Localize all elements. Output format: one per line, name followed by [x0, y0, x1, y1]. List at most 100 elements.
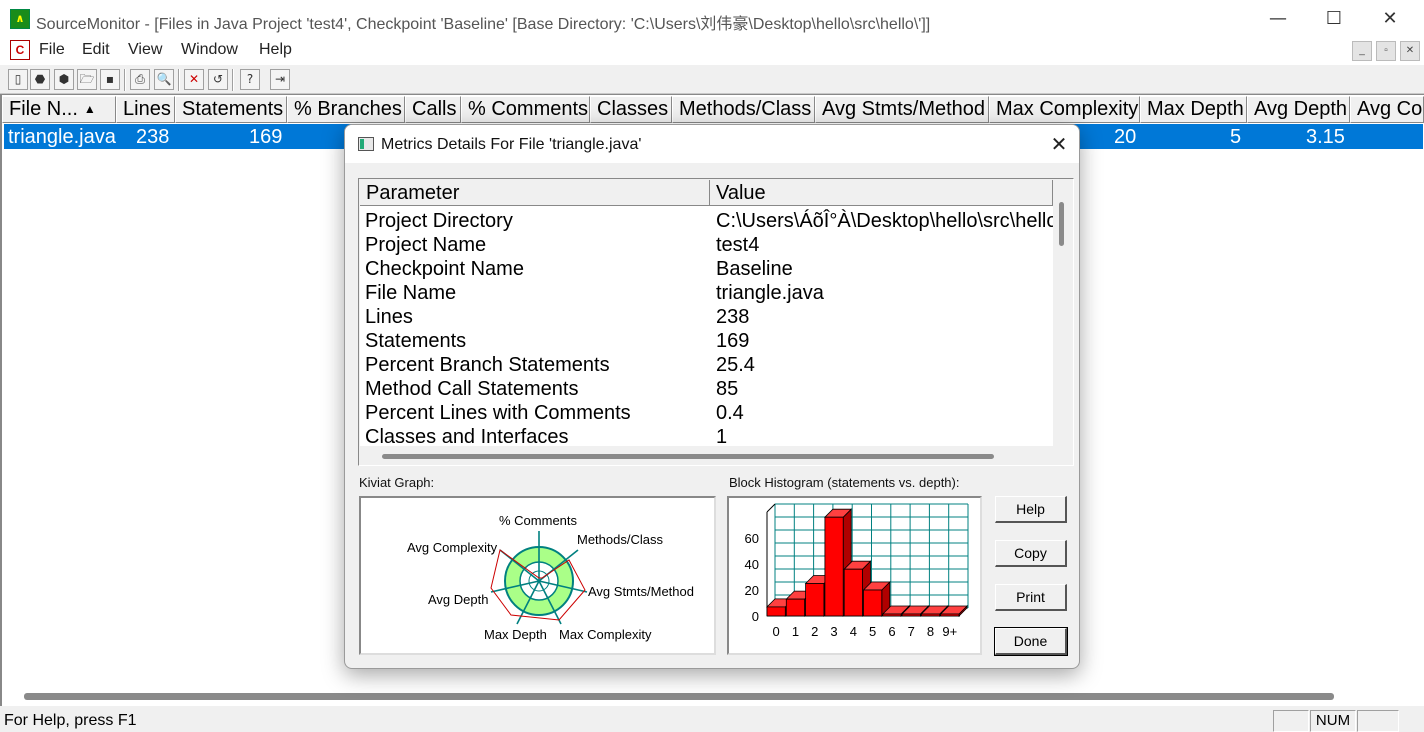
kiviat-axis-label: Avg Complexity — [407, 540, 498, 555]
dialog-close-icon[interactable]: ✕ — [1045, 131, 1073, 157]
histogram-y-tick: 20 — [745, 583, 759, 598]
mdi-close-button[interactable]: ✕ — [1400, 41, 1420, 61]
horizontal-scrollbar[interactable] — [24, 693, 1334, 700]
done-button[interactable]: Done — [994, 627, 1068, 656]
grid-param: Checkpoint Name — [365, 258, 524, 280]
status-caps-indicator — [1273, 710, 1309, 732]
histogram-bar — [785, 598, 805, 617]
copy-button[interactable]: Copy — [995, 540, 1067, 567]
new-icon[interactable]: ▯ — [8, 69, 28, 90]
delete-icon[interactable]: ✕ — [184, 69, 204, 90]
column-classes[interactable]: Classes — [590, 96, 672, 123]
histogram-x-tick: 2 — [811, 624, 818, 639]
window-title: SourceMonitor - [Files in Java Project '… — [36, 16, 931, 33]
histogram-bar — [882, 613, 902, 617]
column-statements[interactable]: Statements — [175, 96, 287, 123]
context-help-icon[interactable]: ? — [240, 69, 260, 90]
kiviat-graph: % Comments Methods/Class Avg Stmts/Metho… — [359, 496, 716, 655]
histogram-svg: 02040600 1 2 3 4 5 6 7 8 9+ — [745, 503, 969, 639]
column-avg-stmts-method[interactable]: Avg Stmts/Method — [815, 96, 989, 123]
sort-ascending-icon: ▲ — [83, 102, 96, 117]
histogram-y-tick: 40 — [745, 557, 759, 572]
minimize-button[interactable]: — — [1255, 6, 1301, 32]
title-bar: ∧ SourceMonitor - [Files in Java Project… — [0, 0, 1424, 38]
menu-window[interactable]: Window — [181, 41, 238, 59]
column-calls[interactable]: Calls — [405, 96, 461, 123]
grid-header-parameter[interactable]: Parameter — [360, 180, 710, 206]
new-project-icon[interactable]: ⬣ — [30, 69, 50, 90]
histogram-bar — [824, 516, 844, 617]
exit-icon[interactable]: ⇥ — [270, 69, 290, 90]
scroll-thumb[interactable] — [382, 454, 994, 459]
status-bar: For Help, press F1 NUM — [0, 706, 1424, 732]
column-branches[interactable]: % Branches — [287, 96, 405, 123]
grid-header-value[interactable]: Value — [710, 180, 1053, 206]
grid-value: Baseline — [716, 258, 793, 280]
toolbar: ▯ ⬣ ⬢ 🗁 ▪ ⎙ 🔍 ✕ ↺ ? ⇥ — [0, 64, 1424, 94]
grid-param: Classes and Interfaces — [365, 426, 569, 446]
grid-horizontal-scrollbar[interactable] — [360, 446, 1053, 464]
metrics-grid[interactable]: Parameter Value Project Directory C:\Use… — [360, 180, 1053, 446]
scroll-thumb[interactable] — [1059, 202, 1064, 246]
kiviat-axis-label: Avg Depth — [428, 592, 488, 607]
column-avg-complexity[interactable]: Avg Co — [1350, 96, 1424, 123]
refresh-icon[interactable]: ↺ — [208, 69, 228, 90]
mdi-minimize-button[interactable]: _ — [1352, 41, 1372, 61]
histogram-bar — [863, 589, 883, 617]
kiviat-axis-label: Avg Stmts/Method — [588, 584, 694, 599]
cell-lines: 238 — [136, 126, 170, 148]
close-button[interactable]: ✕ — [1367, 6, 1413, 32]
app-icon[interactable]: ∧ — [10, 9, 30, 29]
status-help-text: For Help, press F1 — [4, 712, 137, 729]
grid-value: 85 — [716, 378, 739, 400]
column-max-complexity[interactable]: Max Complexity — [989, 96, 1140, 123]
kiviat-label: Kiviat Graph: — [359, 475, 435, 490]
histogram-axis-edge — [766, 503, 776, 513]
histogram-x-tick: 9+ — [942, 624, 957, 639]
kiviat-axis-label: % Comments — [499, 513, 578, 528]
grid-param: Statements — [365, 330, 467, 352]
histogram-x-tick: 6 — [888, 624, 895, 639]
document-icon[interactable]: C — [10, 40, 30, 60]
column-max-depth[interactable]: Max Depth — [1140, 96, 1247, 123]
print-button[interactable]: Print — [995, 584, 1067, 611]
help-button[interactable]: Help — [995, 496, 1067, 523]
save-icon[interactable]: ▪ — [100, 69, 120, 90]
grid-param: Project Name — [365, 234, 487, 256]
column-avg-depth[interactable]: Avg Depth — [1247, 96, 1350, 123]
grid-param: Method Call Statements — [365, 378, 579, 400]
grid-value: triangle.java — [716, 282, 824, 304]
grid-value: 1 — [716, 426, 728, 446]
toolbar-separator — [124, 69, 126, 91]
column-file-name[interactable]: File N... ▲ — [2, 96, 116, 123]
grid-param: Percent Lines with Comments — [365, 402, 631, 424]
histogram-y-tick: 60 — [745, 531, 759, 546]
grid-value: 169 — [716, 330, 750, 352]
dialog-title-bar: Metrics Details For File 'triangle.java'… — [345, 125, 1079, 163]
histogram-bar — [843, 568, 863, 617]
menu-view[interactable]: View — [128, 41, 162, 59]
menu-help[interactable]: Help — [259, 41, 292, 59]
mdi-restore-button[interactable]: ▫ — [1376, 41, 1396, 61]
menu-edit[interactable]: Edit — [82, 41, 110, 59]
kiviat-axis-label: Max Complexity — [559, 627, 652, 642]
grid-value: 238 — [716, 306, 750, 328]
grid-vertical-scrollbar[interactable] — [1053, 180, 1070, 446]
open-icon[interactable]: 🗁 — [77, 69, 97, 90]
kiviat-axis-label: Max Depth — [484, 627, 547, 642]
cell-avg-depth: 3.15 — [1306, 126, 1345, 148]
grid-value: 0.4 — [716, 402, 744, 424]
checkpoint-icon[interactable]: ⬢ — [54, 69, 74, 90]
maximize-button[interactable]: ☐ — [1311, 6, 1357, 32]
metrics-details-dialog: Metrics Details For File 'triangle.java'… — [344, 124, 1080, 669]
histogram-bar — [766, 606, 786, 617]
print-icon[interactable]: ⎙ — [130, 69, 150, 90]
column-comments[interactable]: % Comments — [461, 96, 590, 123]
toolbar-separator — [232, 69, 234, 91]
kiviat-svg: % Comments Methods/Class Avg Stmts/Metho… — [407, 513, 694, 642]
column-lines[interactable]: Lines — [116, 96, 175, 123]
print-preview-icon[interactable]: 🔍 — [154, 69, 174, 90]
column-methods-class[interactable]: Methods/Class — [672, 96, 815, 123]
histogram-bar — [901, 613, 921, 617]
menu-file[interactable]: File — [39, 41, 65, 59]
